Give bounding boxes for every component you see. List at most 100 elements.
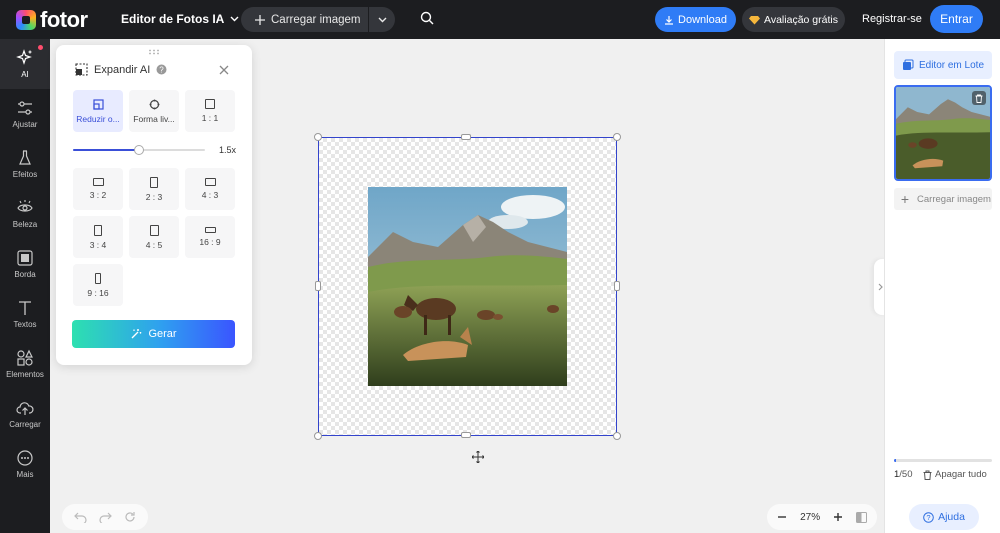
panel-title: Expandir AI: [94, 63, 151, 76]
sidebar-item-elements[interactable]: Elementos: [0, 339, 50, 389]
ratio-label: 4 : 3: [201, 190, 219, 200]
delete-thumbnail-button[interactable]: [972, 91, 986, 105]
mode-freeform[interactable]: Forma liv...: [129, 90, 179, 132]
mode-label: Forma liv...: [133, 113, 175, 124]
ratio-2-3[interactable]: 2 : 3: [129, 168, 179, 210]
help-icon[interactable]: ?: [156, 64, 167, 75]
scale-slider[interactable]: [73, 145, 205, 155]
help-button[interactable]: ? Ajuda: [909, 504, 979, 530]
sidebar-item-label: Beleza: [12, 220, 38, 229]
undo-button[interactable]: [74, 511, 87, 523]
diamond-icon: [749, 15, 761, 24]
ratio-shape-icon: [205, 99, 215, 109]
sidebar-item-text[interactable]: Textos: [0, 289, 50, 339]
ratio-shape-icon: [95, 272, 101, 284]
upload-options-button[interactable]: [369, 17, 395, 23]
resize-handle-right[interactable]: [614, 281, 620, 291]
zoom-in-button[interactable]: [833, 512, 843, 522]
left-sidebar: AI Ajustar Efeitos Beleza Borda Textos E…: [0, 39, 50, 533]
zoom-out-button[interactable]: [777, 512, 787, 522]
panel-header: Expandir AI ?: [75, 63, 167, 76]
redo-button[interactable]: [99, 511, 112, 523]
sidebar-item-border[interactable]: Borda: [0, 239, 50, 289]
sidebar-item-ai[interactable]: AI: [0, 39, 50, 89]
ratio-16-9[interactable]: 16 : 9: [185, 216, 235, 258]
sparkles-icon: [16, 49, 32, 65]
mode-label: Reduzir o...: [76, 113, 120, 124]
cloud-upload-icon: [16, 402, 34, 415]
sidebar-item-label: Textos: [13, 320, 37, 329]
ratio-9-16[interactable]: 9 : 16: [73, 264, 123, 306]
batch-editor-label: Editor em Lote: [918, 59, 985, 71]
fotor-logo[interactable]: fotor: [16, 7, 88, 33]
expand-ai-panel: Expandir AI ? Reduzir o... Forma liv... …: [56, 45, 252, 365]
undo-icon: [74, 512, 87, 523]
shapes-icon: [17, 349, 33, 366]
canvas-photo[interactable]: [368, 187, 567, 386]
plus-icon: +: [900, 191, 910, 207]
download-button[interactable]: Download: [655, 7, 736, 32]
search-button[interactable]: [420, 11, 434, 30]
compare-icon: [855, 511, 867, 523]
ratio-label: 1 : 1: [201, 113, 219, 123]
sidebar-item-beauty[interactable]: Beleza: [0, 189, 50, 239]
upload-image-button[interactable]: Carregar imagem: [241, 7, 368, 32]
login-button[interactable]: Entrar: [930, 5, 983, 33]
ratio-shape-icon: [92, 178, 104, 186]
upload-more-button[interactable]: + Carregar imagem: [894, 188, 992, 210]
free-trial-label: Avaliação grátis: [764, 13, 838, 26]
ratio-label: 3 : 4: [89, 239, 107, 250]
sidebar-item-label: Ajustar: [12, 120, 38, 129]
scale-slider-thumb[interactable]: [134, 145, 144, 155]
generate-button[interactable]: Gerar: [72, 320, 235, 348]
sidebar-item-more[interactable]: Mais: [0, 439, 50, 489]
chevron-down-icon: [230, 16, 239, 22]
ratio-1-1[interactable]: 1 : 1: [185, 90, 235, 132]
help-circle-icon: ?: [923, 511, 934, 523]
sidebar-item-label: Efeitos: [12, 170, 38, 179]
expand-icon: [75, 63, 88, 76]
editor-title-dropdown[interactable]: Editor de Fotos IA: [121, 12, 239, 26]
zoom-level: 27%: [800, 511, 821, 523]
free-trial-button[interactable]: Avaliação grátis: [742, 7, 845, 32]
ratio-3-2[interactable]: 3 : 2: [73, 168, 123, 210]
quota-counter: 1/50: [894, 469, 913, 480]
resize-handle-top[interactable]: [461, 134, 471, 140]
magic-wand-icon: [131, 329, 142, 339]
drag-handle[interactable]: [148, 49, 160, 55]
ratio-4-5[interactable]: 4 : 5: [129, 216, 179, 258]
resize-handle-left[interactable]: [315, 281, 321, 291]
resize-handle-bottom-left[interactable]: [314, 432, 322, 440]
trash-icon: [975, 94, 983, 103]
quota-progress-fill: [894, 459, 896, 462]
register-button[interactable]: Registrar-se: [862, 13, 922, 25]
move-icon: [472, 451, 484, 463]
resize-handle-bottom[interactable]: [461, 432, 471, 438]
text-icon: [19, 301, 31, 315]
resize-handle-top-left[interactable]: [314, 133, 322, 141]
clear-all-button[interactable]: Apagar tudo: [923, 469, 987, 480]
mode-shrink[interactable]: Reduzir o...: [73, 90, 123, 132]
ratio-label: 4 : 5: [145, 239, 163, 250]
move-handle[interactable]: [471, 450, 485, 464]
ratio-4-3[interactable]: 4 : 3: [185, 168, 235, 210]
resize-handle-top-right[interactable]: [613, 133, 621, 141]
notification-dot: [38, 45, 43, 50]
plus-icon: [255, 14, 265, 25]
close-panel-button[interactable]: [219, 62, 229, 80]
trash-icon: [923, 470, 932, 480]
sidebar-item-label: Mais: [16, 470, 34, 479]
batch-editor-button[interactable]: Editor em Lote: [894, 51, 992, 79]
ratio-label: 16 : 9: [199, 237, 221, 247]
reset-button[interactable]: [124, 511, 136, 523]
image-thumbnail[interactable]: [894, 85, 992, 181]
sidebar-item-effects[interactable]: Efeitos: [0, 139, 50, 189]
compare-button[interactable]: [855, 511, 867, 523]
ratio-label: 2 : 3: [145, 191, 163, 202]
border-icon: [17, 250, 33, 266]
sidebar-item-adjust[interactable]: Ajustar: [0, 89, 50, 139]
sidebar-item-upload[interactable]: Carregar: [0, 389, 50, 439]
ratio-3-4[interactable]: 3 : 4: [73, 216, 123, 258]
scale-slider-fill: [73, 149, 139, 151]
resize-handle-bottom-right[interactable]: [613, 432, 621, 440]
